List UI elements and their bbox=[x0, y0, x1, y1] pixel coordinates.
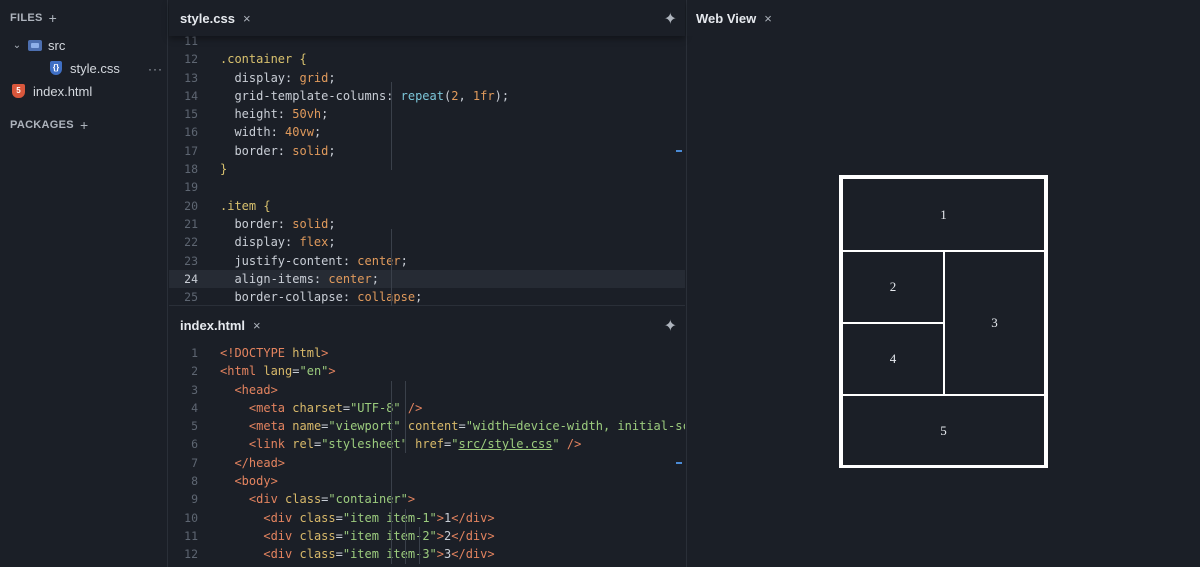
grid-item-3: 3 bbox=[943, 250, 1046, 396]
indent-guide bbox=[405, 509, 406, 564]
tab-style-css[interactable]: style.css bbox=[180, 11, 235, 26]
html-file-icon: 5 bbox=[12, 84, 25, 98]
ai-sparkle-icon[interactable]: ✦ bbox=[664, 316, 677, 336]
code-line: 16 width: 40vw; bbox=[184, 125, 322, 140]
grid-item-5: 5 bbox=[841, 394, 1046, 467]
grid-item-4: 4 bbox=[841, 322, 945, 396]
file-item-style-css[interactable]: {} style.css bbox=[50, 57, 120, 79]
close-icon[interactable]: × bbox=[243, 11, 251, 26]
code-line-active: 24 align-items: center; bbox=[169, 269, 685, 289]
file-name: style.css bbox=[70, 60, 120, 76]
indent-guide bbox=[391, 229, 392, 307]
file-explorer-sidebar: FILES + ⌄ src {} style.css ··· 5 index.h… bbox=[0, 0, 168, 567]
tab-web-view[interactable]: Web View bbox=[696, 11, 756, 26]
code-line: 5 <meta name="viewport" content="width=d… bbox=[191, 419, 685, 434]
file-name: index.html bbox=[33, 83, 93, 99]
close-icon[interactable]: × bbox=[764, 11, 772, 26]
code-line: 22 display: flex; bbox=[184, 235, 336, 250]
css-code-area[interactable]: 11 12 .container { 13 display: grid; 14 g… bbox=[169, 32, 685, 307]
more-options-button[interactable]: ··· bbox=[148, 62, 163, 76]
code-line: 13 display: grid; bbox=[184, 70, 336, 85]
code-line: 3 <head> bbox=[191, 382, 278, 397]
close-icon[interactable]: × bbox=[253, 318, 261, 333]
code-line: 25 border-collapse: collapse; bbox=[184, 290, 423, 305]
indent-guide bbox=[419, 527, 420, 564]
code-line: 6 <link rel="stylesheet" href="src/style… bbox=[191, 437, 582, 452]
code-line: 9 <div class="container"> bbox=[191, 492, 416, 507]
code-line: 19 bbox=[184, 180, 198, 195]
code-line: 2 <html lang="en"> bbox=[191, 364, 336, 379]
css-editor-pane: style.css × ✦ 11 12 .container { 13 displ… bbox=[169, 0, 685, 307]
code-line: 20 .item { bbox=[184, 198, 271, 213]
grid-item-1: 1 bbox=[841, 177, 1046, 252]
css-tab-bar: style.css × ✦ bbox=[169, 0, 685, 36]
indent-guide bbox=[391, 381, 392, 564]
web-view-pane: Web View × 1 2 3 4 5 bbox=[686, 0, 1200, 567]
code-line: 4 <meta charset="UTF-8" /> bbox=[191, 400, 423, 415]
css-file-icon: {} bbox=[50, 61, 62, 75]
code-line: 18} bbox=[184, 162, 228, 177]
code-line: 1 <!DOCTYPE html> bbox=[191, 346, 329, 360]
code-line: 7 </head> bbox=[169, 454, 685, 472]
add-file-button[interactable]: + bbox=[49, 10, 57, 26]
code-line: 14 grid-template-columns: repeat(2, 1fr)… bbox=[184, 88, 510, 103]
code-line: 12 <div class="item item-3">3</div> bbox=[184, 547, 495, 562]
code-line: 17 border: solid; bbox=[169, 142, 685, 160]
code-line: 15 height: 50vh; bbox=[184, 107, 329, 122]
folder-icon bbox=[28, 39, 42, 51]
rendered-grid-container: 1 2 3 4 5 bbox=[839, 175, 1048, 468]
code-line: 11 <div class="item item-2">2</div> bbox=[184, 528, 495, 543]
folder-src[interactable]: ⌄ src bbox=[10, 34, 66, 56]
code-line: 8 <body> bbox=[191, 474, 278, 489]
chevron-down-icon[interactable]: ⌄ bbox=[10, 40, 24, 51]
html-code-area[interactable]: 1 <!DOCTYPE html> 2 <html lang="en"> 3 <he… bbox=[169, 344, 685, 564]
code-line: 10 <div class="item item-1">1</div> bbox=[184, 510, 495, 525]
folder-name: src bbox=[48, 37, 66, 53]
code-line: 12 .container { bbox=[184, 52, 307, 67]
code-line: 21 border: solid; bbox=[184, 216, 336, 231]
code-line: 23 justify-content: center; bbox=[184, 253, 408, 268]
webview-tab-bar: Web View × bbox=[687, 0, 1200, 36]
packages-section-header: PACKAGES + bbox=[0, 115, 88, 135]
file-item-index-html[interactable]: 5 index.html bbox=[12, 80, 92, 102]
packages-label: PACKAGES bbox=[10, 119, 74, 131]
files-section-header: FILES + bbox=[0, 8, 57, 28]
ai-sparkle-icon[interactable]: ✦ bbox=[664, 9, 677, 29]
html-editor-pane: index.html × ✦ 1 <!DOCTYPE html> 2 <html l… bbox=[169, 307, 685, 567]
add-package-button[interactable]: + bbox=[80, 117, 88, 133]
html-tab-bar: index.html × ✦ bbox=[169, 307, 685, 343]
files-label: FILES bbox=[10, 12, 43, 24]
indent-guide bbox=[405, 381, 406, 453]
tab-index-html[interactable]: index.html bbox=[180, 318, 245, 333]
indent-guide bbox=[391, 82, 392, 170]
grid-item-2: 2 bbox=[841, 250, 945, 324]
